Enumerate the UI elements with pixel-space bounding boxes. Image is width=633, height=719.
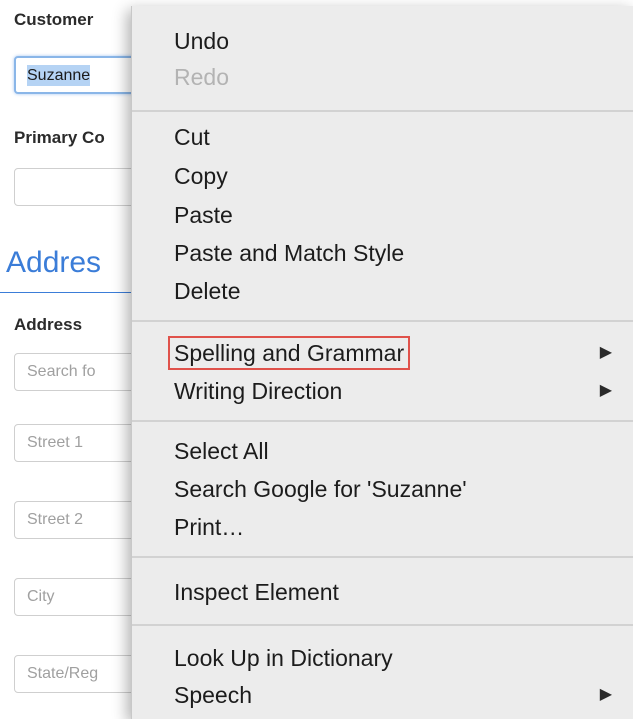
menu-separator — [132, 420, 633, 422]
context-menu: Undo Redo Cut Copy Paste Paste and Match… — [131, 6, 633, 719]
menu-item-look-up-in-dictionary[interactable]: Look Up in Dictionary — [132, 639, 633, 677]
customer-input-value: Suzanne — [27, 65, 91, 86]
menu-item-paste-and-match-style[interactable]: Paste and Match Style — [132, 234, 633, 272]
menu-item-print[interactable]: Print… — [132, 508, 633, 546]
menu-item-delete[interactable]: Delete — [132, 272, 633, 310]
primary-contact-label: Primary Co — [14, 128, 105, 147]
menu-item-speech[interactable]: Speech ▶ — [132, 676, 633, 714]
menu-item-label: Writing Direction — [174, 378, 343, 404]
address-label: Address — [14, 315, 83, 334]
menu-item-select-all[interactable]: Select All — [132, 432, 633, 470]
menu-item-cut[interactable]: Cut — [132, 118, 633, 156]
menu-item-label: Paste — [174, 202, 233, 228]
triangle-right-icon: ▶ — [599, 686, 612, 703]
menu-item-label: Copy — [174, 163, 228, 189]
menu-item-writing-direction[interactable]: Writing Direction ▶ — [132, 372, 633, 410]
menu-item-label: Inspect Element — [174, 579, 339, 605]
menu-separator — [132, 110, 633, 112]
menu-item-label: Delete — [174, 278, 241, 304]
menu-item-label: Spelling and Grammar — [168, 336, 411, 370]
menu-separator — [132, 320, 633, 322]
customer-label: Customer — [14, 10, 94, 29]
menu-item-redo: Redo — [132, 58, 633, 96]
address-section-heading: Addres — [6, 246, 102, 279]
menu-item-paste[interactable]: Paste — [132, 196, 633, 234]
menu-item-label: Print… — [174, 514, 245, 540]
menu-separator — [132, 624, 633, 626]
menu-item-label: Select All — [174, 438, 269, 464]
menu-separator — [132, 556, 633, 558]
menu-item-label: Redo — [174, 64, 229, 90]
menu-item-label: Look Up in Dictionary — [174, 645, 393, 671]
menu-item-undo[interactable]: Undo — [132, 22, 633, 60]
triangle-right-icon: ▶ — [599, 344, 612, 361]
menu-item-copy[interactable]: Copy — [132, 157, 633, 195]
page: Customer Suzanne Primary Co Addres Addre… — [0, 0, 633, 719]
menu-item-label: Undo — [174, 28, 229, 54]
menu-item-label: Search Google for 'Suzanne' — [174, 476, 467, 502]
menu-item-inspect-element[interactable]: Inspect Element — [132, 573, 633, 611]
menu-item-label: Speech — [174, 682, 253, 708]
menu-item-spelling-and-grammar[interactable]: Spelling and Grammar ▶ — [132, 334, 633, 372]
triangle-right-icon: ▶ — [599, 382, 612, 399]
menu-item-label: Paste and Match Style — [174, 240, 405, 266]
menu-item-search-google[interactable]: Search Google for 'Suzanne' — [132, 470, 633, 508]
menu-item-label: Cut — [174, 124, 210, 150]
